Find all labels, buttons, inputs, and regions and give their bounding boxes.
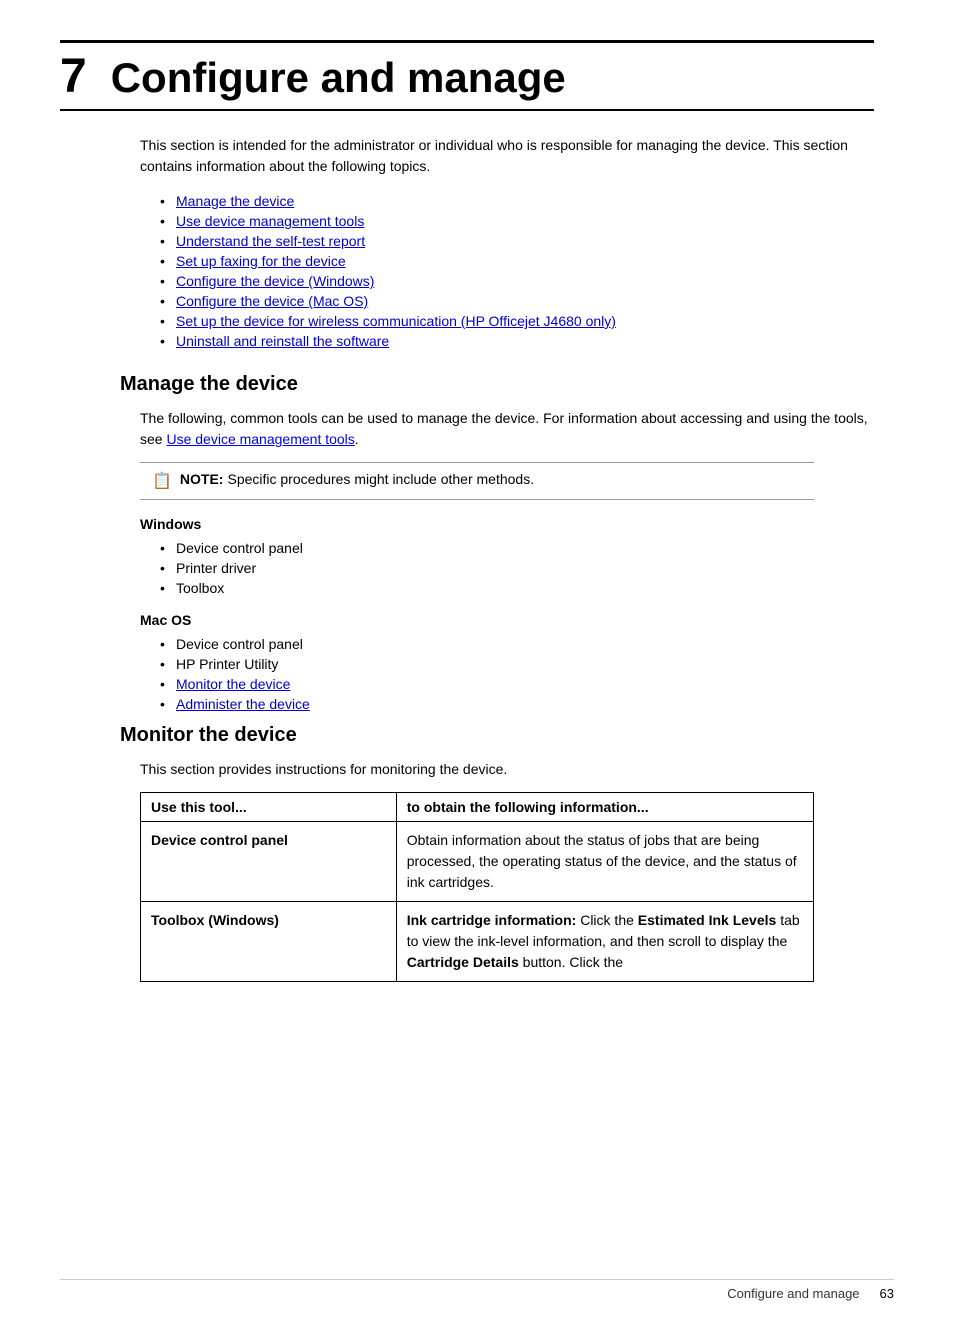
list-item: Device control panel bbox=[160, 636, 874, 652]
monitor-table: Use this tool... to obtain the following… bbox=[140, 792, 814, 982]
macos-heading: Mac OS bbox=[140, 612, 874, 628]
toc-link-selftest[interactable]: Understand the self-test report bbox=[176, 233, 365, 249]
note-label: NOTE: bbox=[180, 471, 224, 487]
table-cell-info2: Ink cartridge information: Click the Est… bbox=[396, 902, 813, 982]
list-item: Administer the device bbox=[160, 696, 874, 712]
page-footer: Configure and manage 63 bbox=[60, 1279, 894, 1301]
page-container: 7 Configure and manage This section is i… bbox=[0, 0, 954, 1042]
chapter-number: 7 bbox=[60, 53, 87, 101]
toc-list: Manage the device Use device management … bbox=[160, 193, 874, 349]
toc-link-configmac[interactable]: Configure the device (Mac OS) bbox=[176, 293, 368, 309]
manage-tools-link[interactable]: Use device management tools bbox=[166, 431, 354, 447]
manage-section: Manage the device The following, common … bbox=[60, 373, 874, 712]
chapter-title: Configure and manage bbox=[111, 57, 566, 99]
table-cell-tool1: Device control panel bbox=[141, 822, 397, 902]
list-item: Monitor the device bbox=[160, 676, 874, 692]
list-item: Understand the self-test report bbox=[160, 233, 874, 249]
table-cell-tool2: Toolbox (Windows) bbox=[141, 902, 397, 982]
macos-list: Device control panel HP Printer Utility … bbox=[160, 636, 874, 712]
toc-link-configwin[interactable]: Configure the device (Windows) bbox=[176, 273, 374, 289]
manage-heading: Manage the device bbox=[120, 373, 874, 396]
toc-link-uninstall[interactable]: Uninstall and reinstall the software bbox=[176, 333, 389, 349]
windows-heading: Windows bbox=[140, 516, 874, 532]
table-cell-info1: Obtain information about the status of j… bbox=[396, 822, 813, 902]
toc-link-tools[interactable]: Use device management tools bbox=[176, 213, 364, 229]
note-text: Specific procedures might include other … bbox=[227, 471, 534, 487]
footer-page-number: 63 bbox=[880, 1286, 894, 1301]
ink-cartridge-text1: Click the bbox=[580, 912, 638, 928]
ink-cartridge-label: Ink cartridge information: bbox=[407, 912, 577, 928]
list-item: Configure the device (Windows) bbox=[160, 273, 874, 289]
toc-link-wireless[interactable]: Set up the device for wireless communica… bbox=[176, 313, 616, 329]
footer-section-name: Configure and manage bbox=[727, 1286, 859, 1301]
list-item: Set up faxing for the device bbox=[160, 253, 874, 269]
monitor-section: Monitor the device This section provides… bbox=[60, 724, 874, 982]
administer-device-link[interactable]: Administer the device bbox=[176, 696, 310, 712]
note-icon: 📋 bbox=[152, 471, 172, 491]
list-item: Manage the device bbox=[160, 193, 874, 209]
list-item: Uninstall and reinstall the software bbox=[160, 333, 874, 349]
list-item: HP Printer Utility bbox=[160, 656, 874, 672]
cartridge-details-label: Cartridge Details bbox=[407, 954, 519, 970]
table-col2-header: to obtain the following information... bbox=[396, 793, 813, 822]
monitor-device-link[interactable]: Monitor the device bbox=[176, 676, 290, 692]
list-item: Set up the device for wireless communica… bbox=[160, 313, 874, 329]
chapter-heading: 7 Configure and manage bbox=[60, 53, 874, 111]
list-item: Configure the device (Mac OS) bbox=[160, 293, 874, 309]
table-row: Device control panel Obtain information … bbox=[141, 822, 814, 902]
monitor-description: This section provides instructions for m… bbox=[140, 759, 874, 780]
table-col1-header: Use this tool... bbox=[141, 793, 397, 822]
list-item: Device control panel bbox=[160, 540, 874, 556]
intro-paragraph: This section is intended for the adminis… bbox=[140, 135, 874, 177]
list-item: Use device management tools bbox=[160, 213, 874, 229]
toc-link-manage[interactable]: Manage the device bbox=[176, 193, 294, 209]
monitor-heading: Monitor the device bbox=[120, 724, 874, 747]
manage-desc-part2: . bbox=[355, 431, 359, 447]
ink-cartridge-text3: button. Click the bbox=[523, 954, 623, 970]
footer-right: Configure and manage 63 bbox=[727, 1286, 894, 1301]
top-border bbox=[60, 40, 874, 43]
windows-list: Device control panel Printer driver Tool… bbox=[160, 540, 874, 596]
table-row: Toolbox (Windows) Ink cartridge informat… bbox=[141, 902, 814, 982]
list-item: Printer driver bbox=[160, 560, 874, 576]
list-item: Toolbox bbox=[160, 580, 874, 596]
toc-link-faxing[interactable]: Set up faxing for the device bbox=[176, 253, 346, 269]
estimated-ink-label: Estimated Ink Levels bbox=[638, 912, 777, 928]
manage-description: The following, common tools can be used … bbox=[140, 408, 874, 450]
note-box: 📋 NOTE: Specific procedures might includ… bbox=[140, 462, 814, 500]
